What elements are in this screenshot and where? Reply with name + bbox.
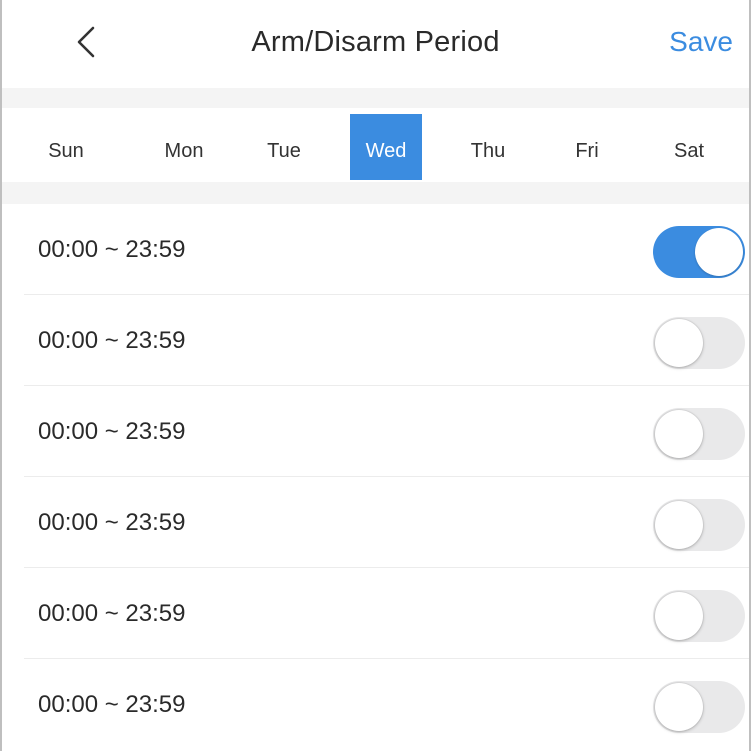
period-toggle-3[interactable] (653, 408, 745, 460)
period-row-6: 00:00 ~ 23:59 (24, 659, 749, 750)
toggle-knob (655, 592, 703, 640)
tab-thu[interactable]: Thu (452, 114, 524, 180)
period-toggle-5[interactable] (653, 590, 745, 642)
save-button[interactable]: Save (669, 26, 733, 58)
period-row-1: 00:00 ~ 23:59 (24, 204, 749, 295)
period-row-2: 00:00 ~ 23:59 (24, 295, 749, 386)
period-row-3: 00:00 ~ 23:59 (24, 386, 749, 477)
tab-mon[interactable]: Mon (148, 114, 220, 180)
toggle-knob (655, 319, 703, 367)
period-time-label: 00:00 ~ 23:59 (38, 327, 186, 354)
tab-sun[interactable]: Sun (30, 114, 102, 180)
period-toggle-6[interactable] (653, 681, 745, 733)
tab-tue[interactable]: Tue (248, 114, 320, 180)
period-time-label: 00:00 ~ 23:59 (38, 418, 186, 445)
tab-sat[interactable]: Sat (653, 114, 725, 180)
period-time-label: 00:00 ~ 23:59 (38, 236, 186, 263)
period-row-5: 00:00 ~ 23:59 (24, 568, 749, 659)
period-time-label: 00:00 ~ 23:59 (38, 691, 186, 718)
period-toggle-2[interactable] (653, 317, 745, 369)
separator-band (2, 88, 749, 108)
period-toggle-4[interactable] (653, 499, 745, 551)
tab-fri[interactable]: Fri (551, 114, 623, 180)
app-frame: Arm/Disarm Period Save Sun Mon Tue Wed T… (0, 0, 751, 751)
toggle-knob (655, 501, 703, 549)
tab-wed[interactable]: Wed (350, 114, 422, 180)
period-list: 00:00 ~ 23:59 00:00 ~ 23:59 00:00 ~ 23:5… (2, 204, 749, 750)
nav-header: Arm/Disarm Period Save (2, 0, 749, 88)
day-tabs: Sun Mon Tue Wed Thu Fri Sat (2, 108, 749, 182)
toggle-knob (695, 228, 743, 276)
separator-band (2, 182, 749, 204)
period-time-label: 00:00 ~ 23:59 (38, 509, 186, 536)
period-toggle-1[interactable] (653, 226, 745, 278)
period-time-label: 00:00 ~ 23:59 (38, 600, 186, 627)
toggle-knob (655, 683, 703, 731)
toggle-knob (655, 410, 703, 458)
page-title: Arm/Disarm Period (251, 26, 500, 58)
period-row-4: 00:00 ~ 23:59 (24, 477, 749, 568)
